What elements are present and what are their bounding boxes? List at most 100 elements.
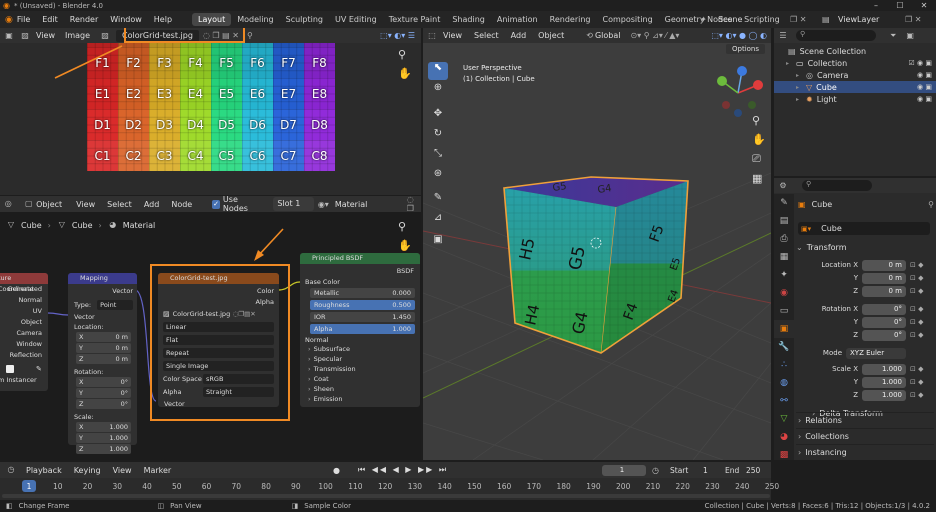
field-value[interactable]: 1.000	[862, 363, 906, 375]
3d-viewport[interactable]: ⬚ View Select Add Object ⟲ Global ⊙▾ ⚲ ⊿▾ ⁄…	[423, 28, 771, 460]
timeline-menu-view[interactable]: View	[113, 466, 132, 475]
normal-input[interactable]: Normal	[300, 336, 420, 344]
vector-field-x[interactable]: X 1.000	[76, 422, 131, 432]
eyedropper-icon[interactable]: ✎	[36, 365, 42, 373]
vector-field-y[interactable]: Y 0°	[76, 388, 131, 398]
menu-edit[interactable]: Edit	[42, 15, 58, 24]
panel-coat[interactable]: › Coat	[308, 374, 420, 384]
viewport-menu-add[interactable]: Add	[511, 31, 527, 40]
viewport-tool-icons[interactable]: ⊙▾ ⚲ ⊿▾ ⁄ ▲▾	[630, 31, 679, 40]
playback-controls[interactable]: ⏮ ◀◀ ◀ ▶ ▶▶ ⏭	[358, 465, 448, 475]
tool-tab-icon[interactable]: ✎	[774, 194, 794, 212]
tab-modeling[interactable]: Modeling	[231, 13, 279, 26]
vector-field-z[interactable]: Z 0°	[76, 399, 131, 409]
outliner-item-collection[interactable]: ▸ ▭ Collection ☑ ◉ ▣	[774, 57, 936, 69]
vector-field-z[interactable]: Z 1.000	[76, 444, 131, 454]
menu-file[interactable]: File	[17, 15, 30, 24]
expand-icon[interactable]: ▸	[796, 84, 804, 91]
visibility-icons[interactable]: ☑ ◉ ▣	[909, 59, 932, 67]
keyframe-icon[interactable]: ⊡ ◆	[910, 261, 923, 269]
timeline-type-icon[interactable]: ◷	[6, 465, 16, 475]
outliner-item-scene-collection[interactable]: ▤ Scene Collection	[774, 45, 936, 57]
timeline-menu-playback[interactable]: Playback	[26, 466, 62, 475]
timeline-menu-marker[interactable]: Marker	[144, 466, 172, 475]
keyframe-icon[interactable]: ⊡ ◆	[910, 378, 923, 386]
visibility-icons[interactable]: ◉ ▣	[917, 95, 932, 103]
field-value[interactable]: 0 m	[862, 259, 906, 271]
tab-scripting[interactable]: Scripting	[738, 13, 786, 26]
editor-type-icon[interactable]: ▣	[4, 31, 14, 41]
outliner-item-cube[interactable]: ▸ ▽ Cube ◉ ▣	[774, 81, 936, 93]
keyframe-icon[interactable]: ⊡ ◆	[910, 365, 923, 373]
tab-uv-editing[interactable]: UV Editing	[329, 13, 383, 26]
menu-help[interactable]: Help	[154, 15, 172, 24]
field-value[interactable]: 1.000	[862, 389, 906, 401]
new-collection-icon[interactable]: ▣	[906, 31, 914, 40]
scene-tab-icon[interactable]: ✦	[774, 266, 794, 284]
data-tab-icon[interactable]: ▽	[774, 410, 794, 428]
outliner-item-light[interactable]: ▸ ✹ Light ◉ ▣	[774, 93, 936, 105]
start-frame-field[interactable]: 1	[703, 466, 708, 475]
overlay-icons[interactable]: ⬚▾ ◐▾ ● ◯ ◐	[711, 31, 767, 40]
props-pin-icon[interactable]: ⚲	[928, 200, 934, 209]
panel-transmission[interactable]: › Transmission	[308, 364, 420, 374]
frame-ruler[interactable]: 10 20 30 40 50 60 70 80 90 100 110 120 130 140 150 160 1…	[0, 482, 779, 492]
keyframe-icon[interactable]: ⊡ ◆	[910, 305, 923, 313]
physics-tab-icon[interactable]: ◍	[774, 374, 794, 392]
pan-hand-icon[interactable]: ✋	[398, 67, 412, 80]
keyframe-icon[interactable]: ⊡ ◆	[910, 287, 923, 295]
panel-sheen[interactable]: › Sheen	[308, 384, 420, 394]
expand-icon[interactable]: ▸	[796, 72, 804, 79]
modifiers-tab-icon[interactable]: 🔧	[774, 338, 794, 356]
texcoord-output-generated[interactable]: Generated	[0, 284, 48, 295]
keyframe-icon[interactable]: ⊡ ◆	[910, 391, 923, 399]
current-frame-field[interactable]: 1	[602, 464, 646, 476]
viewport-pan-icon[interactable]: ✋	[752, 133, 766, 146]
tab-shading[interactable]: Shading	[446, 13, 491, 26]
zoom-icon[interactable]: ⚲	[398, 48, 412, 61]
bsdf-metallic[interactable]: Metallic 0.000	[310, 288, 415, 298]
rotation-mode-dropdown[interactable]: XYZ Euler	[846, 347, 906, 359]
viewport-menu-select[interactable]: Select	[474, 31, 499, 40]
field-value[interactable]: 0 m	[862, 285, 906, 297]
properties-type-icon[interactable]: ⚙	[778, 181, 788, 191]
image-mode-icon[interactable]: ▨	[20, 31, 30, 41]
section-relations[interactable]: › Relations	[796, 412, 934, 428]
menu-window[interactable]: Window	[110, 15, 142, 24]
tab-animation[interactable]: Animation	[491, 13, 544, 26]
pin-icon[interactable]: ⚲	[247, 31, 253, 40]
properties-search[interactable]: ⚲	[802, 180, 872, 191]
texcoord-output-uv[interactable]: UV	[0, 306, 48, 317]
blender-menu-icon[interactable]: ◉	[5, 15, 13, 25]
object-name-field[interactable]: Cube	[821, 224, 842, 233]
instancer-checkbox[interactable]	[6, 365, 14, 373]
tab-layout[interactable]: Layout	[192, 13, 232, 26]
principled-bsdf-node[interactable]: Principled BSDF BSDF Base Color Metallic…	[300, 253, 420, 407]
vector-field-z[interactable]: Z 0 m	[76, 354, 131, 364]
tab-rendering[interactable]: Rendering	[544, 13, 597, 26]
viewlayer-icon[interactable]: ▤	[822, 15, 830, 24]
mapping-node[interactable]: Mapping Vector Type: Point Vector Locati…	[68, 273, 137, 454]
preview-range-icon[interactable]: ◷	[652, 466, 659, 475]
transform-header[interactable]: Transform	[807, 243, 847, 252]
menu-render[interactable]: Render	[70, 15, 98, 24]
expand-icon[interactable]: ▸	[796, 96, 804, 103]
section-instancing[interactable]: › Instancing	[796, 444, 934, 460]
section-collections[interactable]: › Collections	[796, 428, 934, 444]
perspective-toggle-icon[interactable]: ▦	[752, 172, 766, 185]
outliner-type-icon[interactable]: ☰	[778, 31, 788, 41]
texcoord-output-object[interactable]: Object	[0, 317, 48, 328]
mapping-vector-output[interactable]: Vector	[68, 287, 137, 295]
viewport-menu-view[interactable]: View	[443, 31, 462, 40]
record-button[interactable]: ●	[333, 466, 340, 475]
vector-field-y[interactable]: Y 1.000	[76, 433, 131, 443]
tab-compositing[interactable]: Compositing	[597, 13, 659, 26]
view-layer-tab-icon[interactable]: ▦	[774, 248, 794, 266]
panel-specular[interactable]: › Specular	[308, 354, 420, 364]
output-tab-icon[interactable]: ⎙	[774, 230, 794, 248]
bsdf-roughness[interactable]: Roughness 0.500	[310, 300, 415, 310]
texcoord-output-window[interactable]: Window	[0, 339, 48, 350]
tab-sculpting[interactable]: Sculpting	[280, 13, 329, 26]
vector-field-y[interactable]: Y 0 m	[76, 343, 131, 353]
scene-icon[interactable]: ✦	[700, 15, 707, 24]
